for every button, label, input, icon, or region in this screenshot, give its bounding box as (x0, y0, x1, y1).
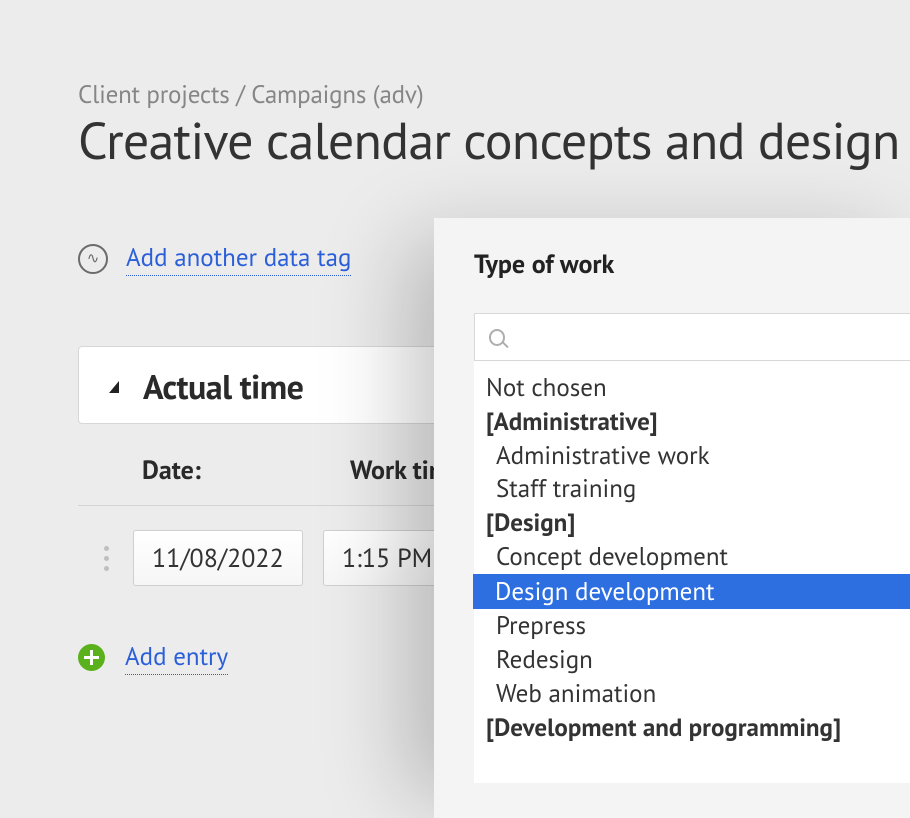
column-header-date: Date: (142, 454, 314, 487)
search-icon (489, 329, 505, 346)
option-redesign[interactable]: Redesign (474, 643, 910, 677)
option-prepress[interactable]: Prepress (474, 609, 910, 643)
option-staff-training[interactable]: Staff training (474, 472, 910, 506)
option-administrative-work[interactable]: Administrative work (474, 439, 910, 473)
breadcrumb[interactable]: Client projects / Campaigns (adv) (78, 78, 910, 110)
add-entry-link[interactable]: Add entry (125, 640, 228, 675)
dropdown-search-row (474, 313, 910, 361)
add-data-tag-link[interactable]: Add another data tag (126, 241, 351, 276)
dropdown-listbox: Not chosen [Administrative] Administrati… (474, 313, 910, 783)
type-of-work-dropdown-panel: Type of work Not chosen [Administrative]… (434, 218, 910, 818)
option-group-design: [Design] (474, 506, 910, 540)
dropdown-title: Type of work (474, 248, 910, 281)
panel-title: Actual time (143, 365, 303, 409)
drag-handle-icon[interactable] (100, 542, 113, 575)
option-group-development: [Development and programming] (474, 711, 910, 745)
option-design-development[interactable]: Design development (473, 574, 910, 610)
date-field[interactable]: 11/08/2022 (133, 530, 303, 586)
plus-icon[interactable] (78, 644, 105, 671)
option-not-chosen[interactable]: Not chosen (474, 371, 910, 405)
option-concept-development[interactable]: Concept development (474, 540, 910, 574)
option-web-animation[interactable]: Web animation (474, 677, 910, 711)
option-group-administrative: [Administrative] (474, 405, 910, 439)
page-title: Creative calendar concepts and design (78, 112, 910, 169)
tag-icon: ∿ (78, 244, 108, 274)
dropdown-search-input[interactable] (515, 326, 907, 349)
caret-up-icon (109, 381, 119, 393)
